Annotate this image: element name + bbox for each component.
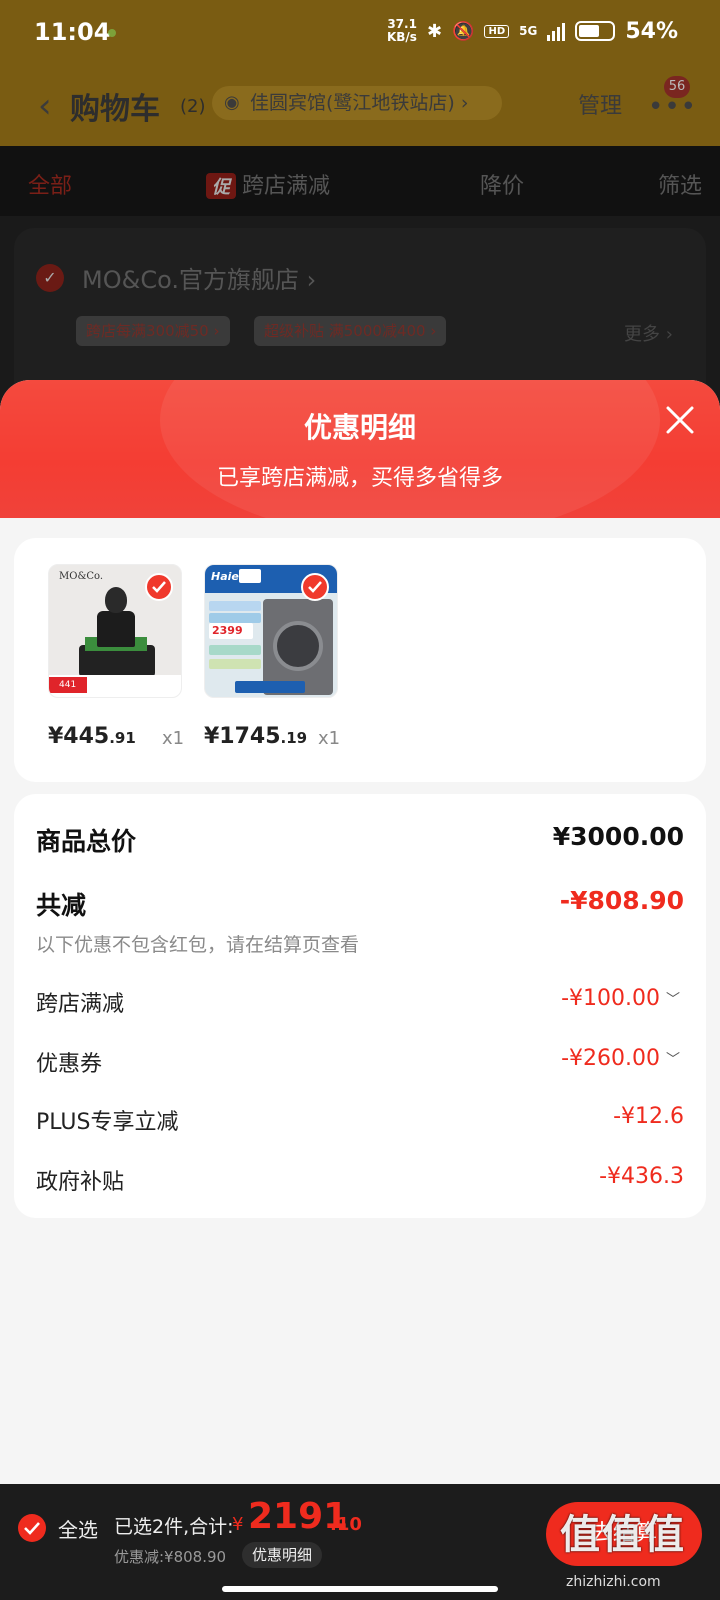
discount-detail-button[interactable]: 优惠明细 — [242, 1542, 323, 1568]
location-selector[interactable]: ◉ 佳圆宾馆(鹭江地铁站店) › — [212, 86, 502, 120]
tab-price-drop[interactable]: 降价 — [480, 168, 524, 200]
network-speed: 37.1 KB/s — [386, 17, 417, 44]
price-summary: 商品总价 ¥3000.00 共减 -¥808.90 以下优惠不包含红包，请在结算… — [14, 794, 706, 1218]
cart-count: (2) — [180, 96, 206, 117]
signal-icon — [547, 21, 566, 41]
total-value: ¥3000.00 — [552, 822, 684, 851]
discount-label: 跨店满减 — [36, 992, 125, 1017]
discount-value: -¥12.6 — [613, 1104, 684, 1129]
cart-header: ‹ 购物车 (2) ◉ 佳圆宾馆(鹭江地铁站店) › 管理 ••• 56 — [0, 66, 720, 146]
checkout-bar: 全选 已选2件,合计: ¥ 2191 .10 优惠减:¥808.90 优惠明细 … — [0, 1484, 720, 1600]
selected-check-icon — [145, 573, 173, 601]
selected-summary: 已选2件,合计: — [114, 1516, 234, 1538]
product-image: Haier 2399 — [204, 564, 338, 698]
chevron-down-icon[interactable]: ﹀ — [666, 1049, 680, 1069]
brand-logo: MO&Co. — [59, 571, 104, 582]
network-type: 5G — [519, 24, 538, 38]
discount-label: 政府补贴 — [36, 1170, 125, 1195]
discount-detail-sheet: 优惠明细 已享跨店满减，买得多省得多 MO&Co. 441 ¥445.91 x1… — [0, 380, 720, 1600]
location-text: 佳圆宾馆(鹭江地铁站店) — [250, 92, 455, 114]
mute-icon: 🔕 — [452, 20, 475, 42]
store-checkbox[interactable]: ✓ — [36, 264, 64, 292]
reduce-value: -¥808.90 — [559, 886, 684, 915]
watermark-url: zhizhizhi.com — [566, 1574, 661, 1590]
total-decimal: .10 — [330, 1514, 362, 1535]
watermark-logo: 值值值 — [560, 1512, 686, 1558]
sheet-subtitle: 已享跨店满减，买得多省得多 — [216, 466, 503, 491]
hd-icon: HD — [484, 24, 510, 38]
store-more-link[interactable]: 更多 › — [624, 320, 673, 346]
battery-percent: 54% — [625, 18, 678, 44]
product-image: MO&Co. 441 — [48, 564, 182, 698]
status-time: 11:04 — [34, 18, 111, 46]
battery-icon — [575, 21, 616, 41]
chevron-down-icon[interactable]: ﹀ — [666, 989, 680, 1009]
discount-label: PLUS专享立减 — [36, 1110, 179, 1135]
currency-symbol: ¥ — [232, 1514, 244, 1535]
discount-note: 以下优惠不包含红包，请在结算页查看 — [36, 934, 360, 956]
tab-cross-store[interactable]: 促跨店满减 — [206, 168, 330, 200]
product-list: MO&Co. 441 ¥445.91 x1 Haier 2399 ¥1745.1… — [14, 538, 706, 782]
sheet-title: 优惠明细 — [303, 411, 416, 444]
page-title: 购物车 — [70, 92, 160, 127]
washer-door — [273, 621, 323, 671]
message-badge: 56 — [664, 76, 690, 98]
total-label: 商品总价 — [36, 827, 137, 856]
store-subsidy-tag[interactable]: 超级补贴 满5000减400 › — [254, 316, 447, 346]
eye-icon: ◉ — [224, 92, 240, 113]
filter-tabs: 全部 促跨店满减 降价 筛选 — [0, 146, 720, 216]
close-icon[interactable] — [660, 400, 700, 440]
product-item[interactable]: Haier 2399 ¥1745.19 — [204, 564, 338, 749]
thumb-price-tag: 441 — [49, 677, 87, 693]
sheet-header: 优惠明细 已享跨店满减，买得多省得多 — [0, 380, 720, 540]
select-all-checkbox[interactable] — [18, 1514, 46, 1542]
discount-value: -¥260.00 ﹀ — [561, 1046, 680, 1071]
store-promo-tag[interactable]: 跨店每满300减50 › — [76, 316, 230, 346]
select-all-label[interactable]: 全选 — [58, 1514, 98, 1543]
promo-badge-icon: 促 — [206, 173, 236, 199]
discount-value: -¥100.00 ﹀ — [561, 986, 680, 1011]
discount-summary: 优惠减:¥808.90 — [114, 1548, 227, 1566]
selected-check-icon — [301, 573, 329, 601]
tab-all[interactable]: 全部 — [28, 168, 72, 200]
status-bar: 11:04 37.1 KB/s ✱ 🔕 HD 5G 54% — [0, 0, 720, 66]
discount-value: -¥436.3 — [599, 1164, 684, 1189]
tab-filter[interactable]: 筛选 — [658, 168, 702, 200]
bluetooth-icon: ✱ — [426, 20, 443, 42]
chevron-right-icon: › — [460, 92, 469, 114]
product-qty: x1 — [318, 728, 341, 749]
product-item[interactable]: MO&Co. 441 ¥445.91 — [48, 564, 182, 749]
manage-button[interactable]: 管理 — [578, 88, 622, 120]
store-name[interactable]: MO&Co.官方旗舰店 › — [82, 260, 316, 295]
product-qty: x1 — [162, 728, 185, 749]
home-indicator[interactable] — [222, 1586, 498, 1592]
notification-dot-icon — [108, 29, 116, 37]
thumb-price-tag: 2399 — [209, 623, 253, 639]
discount-label: 优惠券 — [36, 1052, 103, 1077]
status-indicators: 37.1 KB/s ✱ 🔕 HD 5G 54% — [387, 18, 678, 44]
chevron-left-icon[interactable]: ‹ — [38, 86, 52, 126]
reduce-label: 共减 — [36, 891, 87, 920]
